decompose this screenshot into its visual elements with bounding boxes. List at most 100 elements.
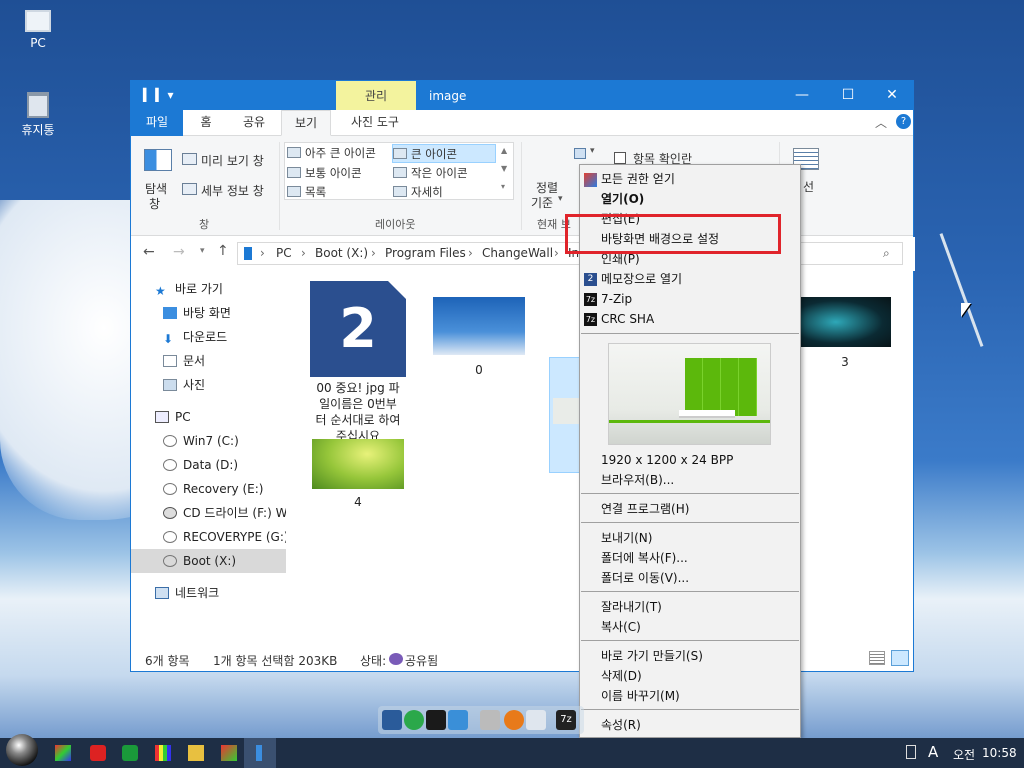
folder-icon[interactable] [188,745,204,761]
breadcrumb-program-files[interactable]: Program Files [385,243,466,264]
gallery-scroll-down[interactable]: ▼ [501,164,507,173]
large-icons-view-icon[interactable] [891,650,909,666]
menu-delete[interactable]: 삭제(D) [601,667,642,685]
start-orb-icon[interactable] [6,734,38,766]
maximize-button[interactable]: ☐ [825,81,871,110]
taskbar-app-icon[interactable] [122,745,138,761]
taskbar-app-icon[interactable] [155,745,171,761]
clock-time[interactable]: 10:58 [982,746,1017,760]
nav-drive-e[interactable]: Recovery (E:) [131,477,286,501]
menu-copy-to-folder[interactable]: 폴더에 복사(F)... [601,549,688,567]
layout-details[interactable]: 자세히 [393,183,443,202]
recent-locations-dropdown[interactable]: ▾ [200,246,205,256]
up-arrow-icon[interactable]: ↑ [217,243,229,259]
nav-documents[interactable]: 문서 [131,349,286,373]
input-language[interactable]: A [928,743,938,761]
forward-arrow-icon[interactable]: → [173,244,185,260]
menu-move-to-folder[interactable]: 폴더로 이동(V)... [601,569,689,587]
menu-open-with[interactable]: 연결 프로그램(H) [601,500,689,518]
tab-share[interactable]: 공유 [231,110,277,136]
nav-drive-d[interactable]: Data (D:) [131,453,286,477]
nav-network[interactable]: 네트워크 [131,581,286,605]
options-button[interactable]: 선 [803,178,814,195]
dock-network-icon[interactable] [448,710,468,730]
view-options-dropdown[interactable]: ▾ [590,146,595,156]
file-item[interactable]: 3 [795,297,895,369]
file-item[interactable]: 0 [429,281,529,377]
menu-7zip[interactable]: 7-Zip [601,290,632,308]
breadcrumb-boot[interactable]: Boot (X:) [315,243,368,264]
menu-create-shortcut[interactable]: 바로 가기 만들기(S) [601,647,703,665]
dock-image-icon[interactable] [526,710,546,730]
tab-view[interactable]: 보기 [281,110,331,136]
taskbar-explorer-active[interactable] [244,738,276,768]
breadcrumb-pc[interactable]: PC [276,243,292,264]
layout-small-icons[interactable]: 작은 아이콘 [393,164,468,183]
taskbar-app-icon[interactable] [90,745,106,761]
title-bar[interactable]: ▍▍▾ 관리 image — ☐ ✕ [131,81,913,110]
view-options-icon[interactable] [574,148,586,159]
file-item[interactable]: 4 [303,439,413,509]
nav-drive-x[interactable]: Boot (X:) [131,549,286,573]
sort-dropdown[interactable]: ▾ [558,194,563,204]
menu-rename[interactable]: 이름 바꾸기(M) [601,687,680,705]
search-icon[interactable]: ⌕ [883,243,890,264]
layout-extra-large-icons[interactable]: 아주 큰 아이콘 [287,144,376,163]
menu-cut[interactable]: 잘라내기(T) [601,598,662,616]
collapse-ribbon-icon[interactable]: ︿ [875,114,887,131]
manage-context-tab[interactable]: 관리 [336,81,416,110]
layout-medium-icons[interactable]: 보통 아이콘 [287,164,362,183]
back-arrow-icon[interactable]: ← [143,244,155,260]
menu-crc-sha[interactable]: CRC SHA [601,310,654,328]
taskbar-app-icon[interactable] [221,745,237,761]
breadcrumb-changewall[interactable]: ChangeWall [482,243,553,264]
taskbar-app-icon[interactable] [55,745,71,761]
nav-downloads[interactable]: ⬇ 다운로드 [131,325,286,349]
nav-drive-f[interactable]: CD 드라이브 (F:) W [131,501,286,525]
menu-browser[interactable]: 브라우저(B)... [601,471,674,489]
nav-quick-access[interactable]: ★ 바로 가기 [131,277,286,301]
layout-large-icons[interactable]: 큰 아이콘 [392,144,496,163]
help-icon[interactable]: ? [896,114,911,129]
preview-pane-button[interactable]: 미리 보기 창 [201,152,264,169]
file-item-selected[interactable] [549,357,581,473]
nav-drive-c[interactable]: Win7 (C:) [131,429,286,453]
nav-desktop[interactable]: 바탕 화면 [131,301,286,325]
highlight-annotation-box [565,214,781,254]
dock-ccleaner-icon[interactable] [426,710,446,730]
desktop-icon-pc[interactable]: PC [8,10,68,50]
dock-browser-icon[interactable] [504,710,524,730]
menu-properties[interactable]: 속성(R) [601,716,641,734]
dock-tool-icon[interactable] [480,710,500,730]
navigation-pane: ★ 바로 가기 바탕 화면 ⬇ 다운로드 문서 사진 PC Win7 (C:) Da… [131,271,286,643]
navigation-pane-icon [144,149,172,171]
item-count: 6개 항목 [145,654,190,668]
details-view-icon[interactable] [869,651,885,665]
dock-refresh-icon[interactable] [404,710,424,730]
layout-list[interactable]: 목록 [287,183,326,202]
menu-send-to[interactable]: 보내기(N) [601,529,652,547]
nav-pc[interactable]: PC [131,405,286,429]
menu-open[interactable]: 열기(O) [601,190,644,208]
nav-drive-g[interactable]: RECOVERYPE (G:) [131,525,286,549]
details-pane-button[interactable]: 세부 정보 창 [201,182,264,199]
tab-file[interactable]: 파일 [131,110,183,136]
gallery-scroll-up[interactable]: ▲ [501,146,507,155]
desktop-icon-recycle-bin[interactable]: 휴지통 [8,92,68,138]
item-check-boxes-checkbox[interactable] [614,152,626,164]
menu-take-ownership[interactable]: 모든 권한 얻기 [601,170,675,188]
dock-computer-icon[interactable] [382,710,402,730]
dock-7zip-icon[interactable]: 7z [556,710,576,730]
ribbon-divider [279,142,280,230]
tab-home[interactable]: 홈 [187,110,225,136]
file-item[interactable]: 2 00 중요! jpg 파 일이름은 0번부 터 순서대로 하여 주십시요 [303,281,413,444]
menu-copy[interactable]: 복사(C) [601,618,641,636]
tab-picture-tools[interactable]: 사진 도구 [337,110,413,136]
gallery-expand[interactable]: ▾ [501,182,505,191]
quick-access-toolbar[interactable]: ▍▍▾ [143,88,176,102]
usb-icon[interactable] [906,745,916,759]
nav-pictures[interactable]: 사진 [131,373,286,397]
minimize-button[interactable]: — [779,81,825,110]
close-button[interactable]: ✕ [869,81,915,110]
menu-open-with-notepad[interactable]: 메모장으로 열기 [601,270,682,288]
